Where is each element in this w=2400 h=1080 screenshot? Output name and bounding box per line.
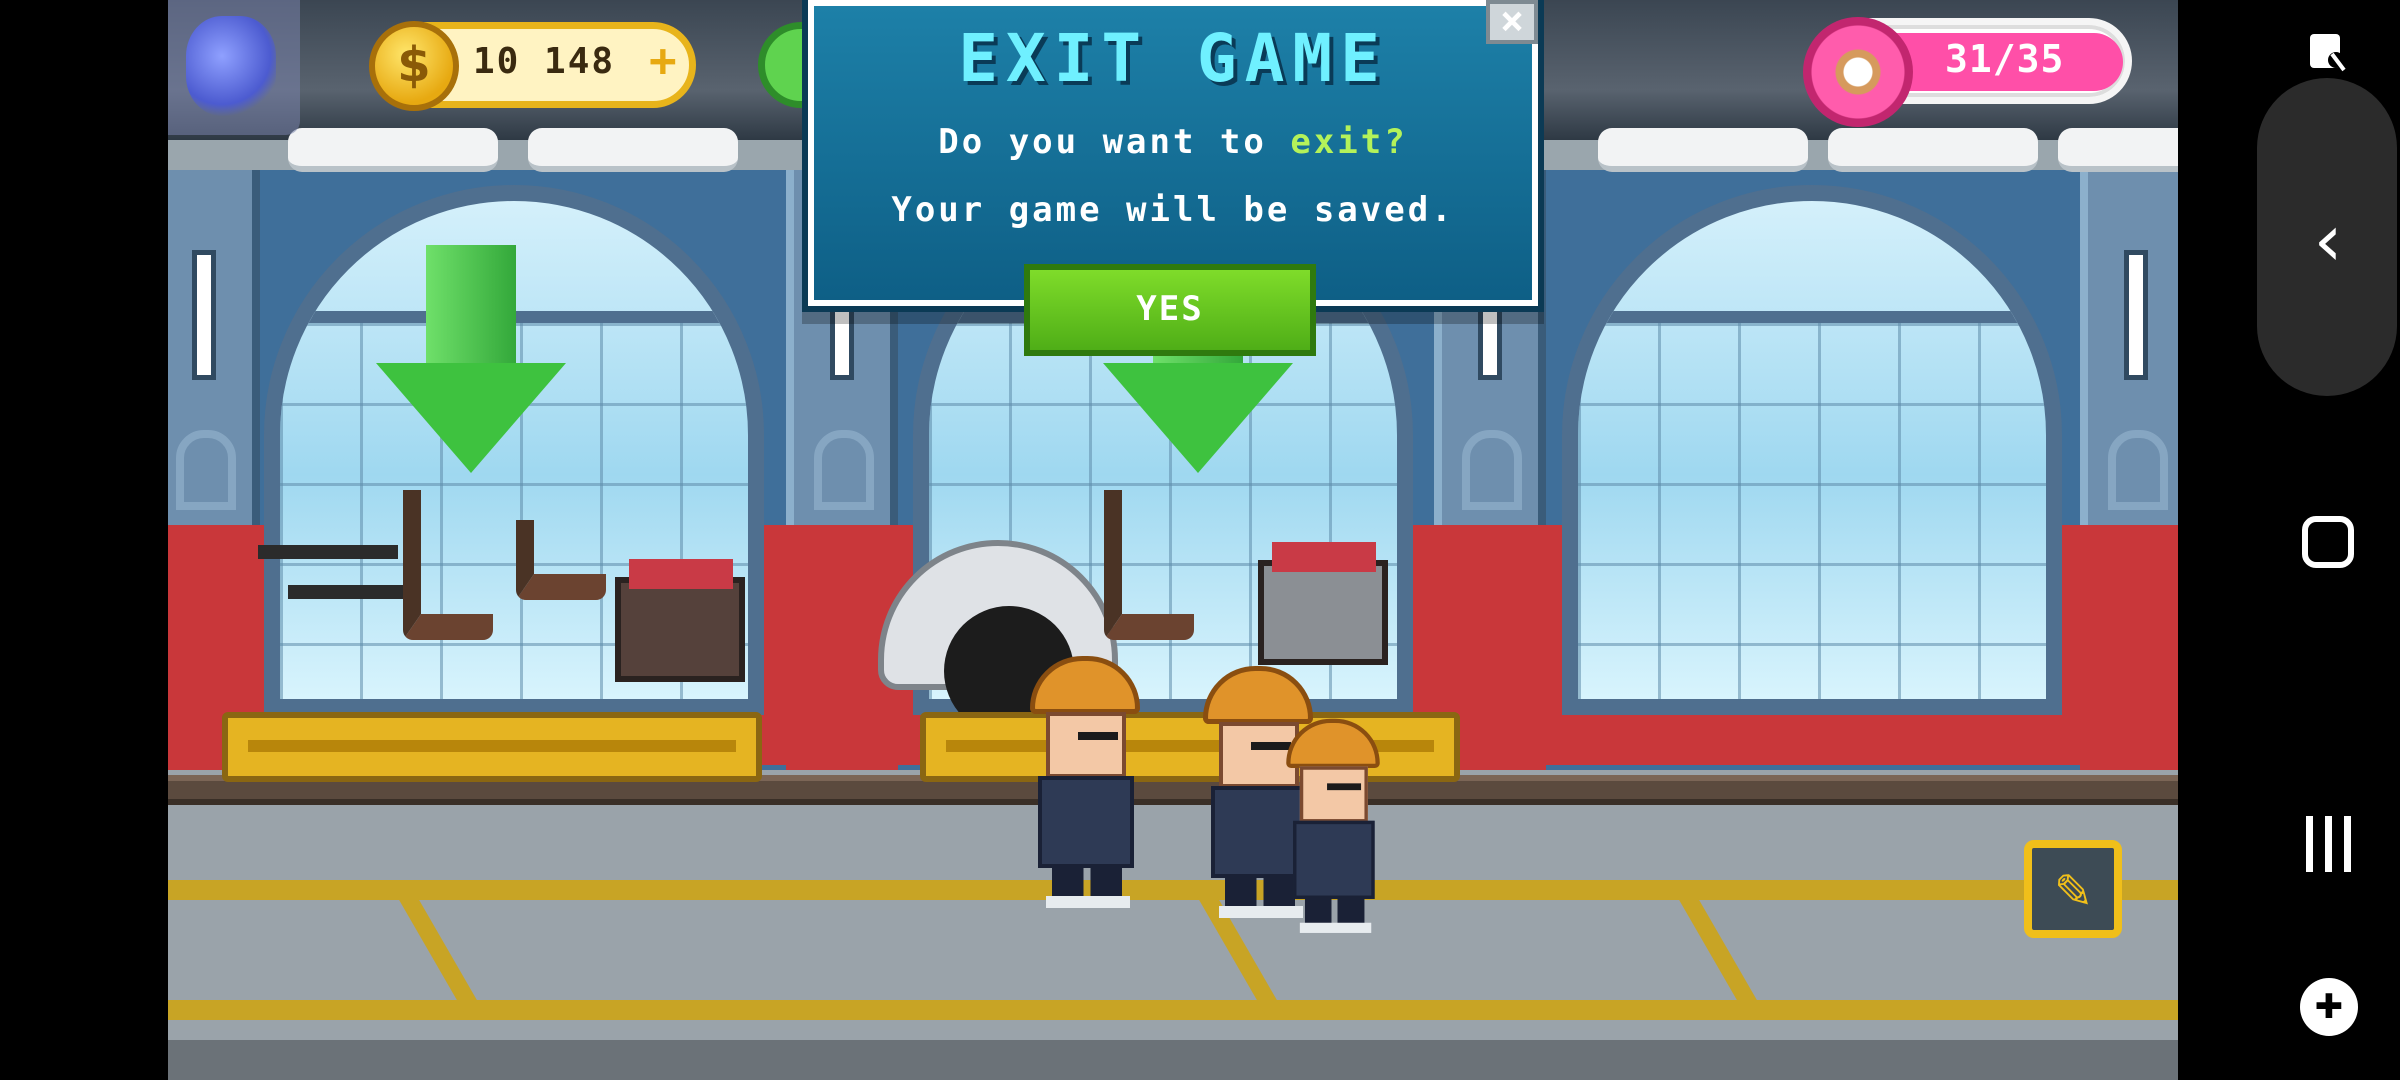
screenshot-icon[interactable] — [2278, 18, 2378, 88]
wrench-icon: ✎ — [2055, 854, 2091, 922]
car-part-engine — [615, 559, 745, 682]
add-coins-button[interactable]: + — [649, 33, 677, 87]
car-part-seat — [403, 490, 493, 640]
worker-character[interactable] — [1286, 718, 1380, 933]
back-icon[interactable]: ‹ — [2278, 190, 2378, 290]
worker-character[interactable] — [1030, 656, 1140, 908]
dialog-question: Do you want to exit? — [814, 122, 1532, 162]
car-part-frame — [258, 545, 398, 559]
dialog-question-highlight: exit? — [1290, 122, 1408, 162]
game-viewport[interactable]: $ 10 148 + 31/35 ✎ EXIT GAME Do you want… — [168, 0, 2178, 1080]
game-controller-icon[interactable]: ✚ — [2278, 972, 2378, 1072]
factory-floor — [168, 770, 2178, 1080]
system-nav-bar: ‹ ✚ — [2178, 0, 2400, 1080]
car-part-frame — [288, 585, 408, 599]
dollar-coin-icon: $ — [369, 21, 459, 111]
assembly-cart[interactable] — [222, 712, 762, 782]
donut-counter[interactable]: 31/35 — [1803, 17, 2132, 127]
coin-counter[interactable]: $ 10 148 + — [369, 21, 696, 111]
dialog-title: EXIT GAME — [958, 20, 1388, 97]
exit-dialog: EXIT GAME Do you want to exit? Your game… — [808, 0, 1538, 306]
donut-icon — [1803, 17, 1913, 127]
car-part-seat — [516, 520, 606, 600]
floating-assistant-icon[interactable] — [168, 0, 300, 135]
floor-edge — [168, 1040, 2178, 1080]
pillar — [168, 170, 260, 770]
drop-arrow-icon[interactable] — [376, 245, 566, 475]
donut-value: 31/35 — [1945, 37, 2065, 81]
dialog-question-text: Do you want to — [938, 122, 1291, 162]
car-part-seat — [1104, 490, 1194, 640]
recents-icon[interactable] — [2278, 794, 2378, 894]
floor-stripe — [168, 880, 2178, 900]
yes-button[interactable]: YES — [1024, 264, 1316, 356]
dialog-save-note: Your game will be saved. — [891, 190, 1455, 230]
close-icon: × — [1499, 0, 1525, 44]
close-button[interactable]: × — [1486, 0, 1538, 44]
pillar — [2080, 170, 2178, 770]
car-part-engine — [1258, 542, 1388, 665]
coin-value: 10 148 — [473, 41, 616, 82]
factory-window — [1562, 185, 2062, 715]
home-icon[interactable] — [2278, 492, 2378, 592]
wrench-button[interactable]: ✎ — [2024, 840, 2122, 938]
